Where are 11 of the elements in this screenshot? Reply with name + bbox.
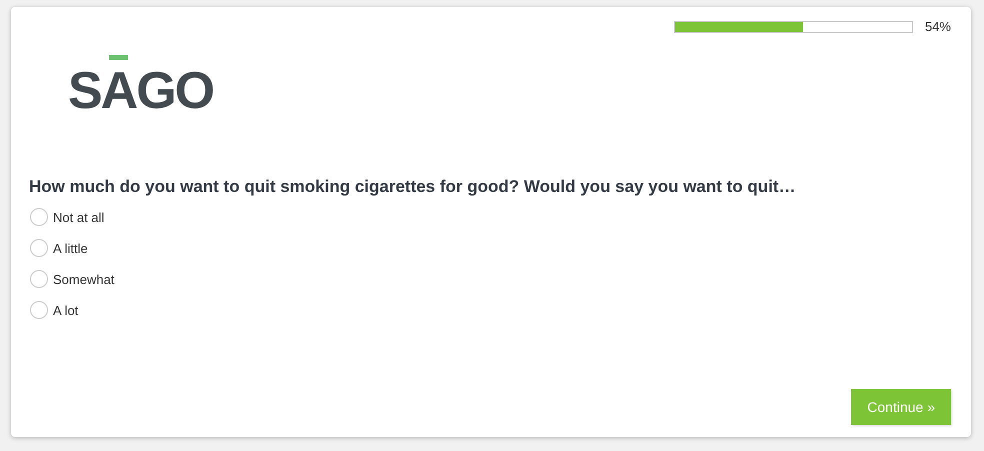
option-label[interactable]: Not at all (53, 210, 104, 224)
option-label[interactable]: A little (53, 240, 88, 256)
radio-button[interactable] (30, 239, 48, 257)
progress-label: 54% (924, 19, 951, 34)
question-text: How much do you want to quit smoking cigarettes for good? Would you say you want to quit… (29, 177, 797, 197)
option-label[interactable]: A lot (53, 302, 78, 318)
option-label[interactable]: Somewhat (53, 272, 114, 286)
logo: SAGO (68, 55, 214, 117)
radio-button[interactable] (30, 208, 48, 226)
radio-button[interactable] (30, 270, 48, 288)
radio-button[interactable] (30, 301, 48, 319)
